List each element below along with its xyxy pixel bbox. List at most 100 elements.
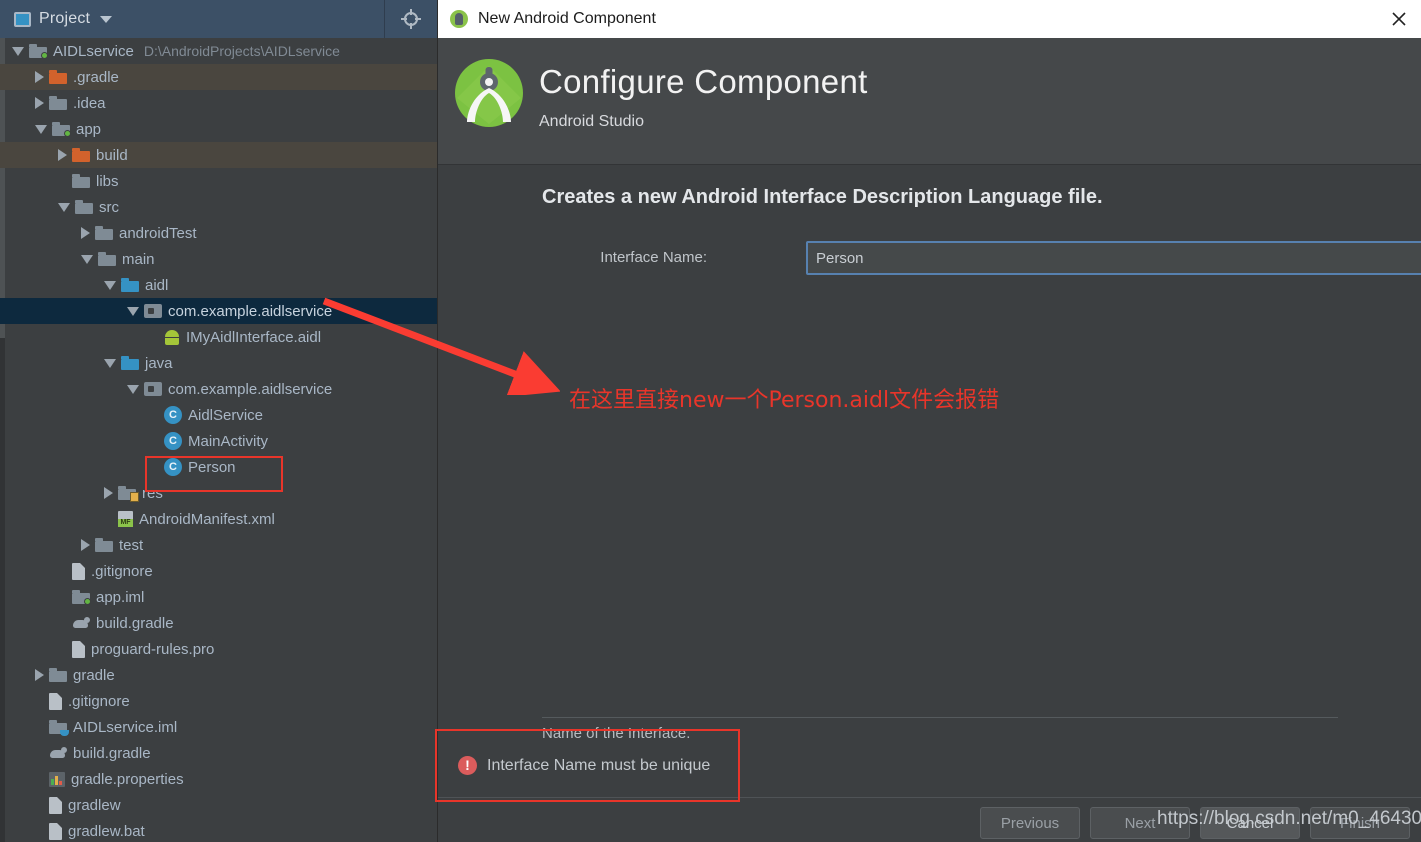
project-tool-window: Project AIDLservice D:\AndroidProjects\AI…: [0, 0, 437, 842]
new-android-component-dialog: New Android Component Configure Componen…: [437, 0, 1421, 842]
tree-node-label: gradle.properties: [71, 770, 184, 788]
tree-node-label: AIDLservice: [53, 42, 134, 60]
tree-node[interactable]: gradlew.bat: [0, 818, 437, 842]
package-icon: [144, 382, 162, 396]
gradle-icon: [49, 746, 67, 760]
previous-button[interactable]: Previous: [980, 807, 1080, 839]
tree-node[interactable]: app: [0, 116, 437, 142]
tree-toggle-closed-icon[interactable]: [104, 487, 113, 499]
tree-node[interactable]: gradle.properties: [0, 766, 437, 792]
tree-node-label: libs: [96, 172, 119, 190]
tree-node[interactable]: AIDLservice.iml: [0, 714, 437, 740]
interface-name-label: Interface Name:: [600, 249, 707, 266]
tree-node-label: .gitignore: [68, 692, 130, 710]
tree-node[interactable]: .gitignore: [0, 558, 437, 584]
tree-toggle-open-icon[interactable]: [81, 254, 93, 264]
tree-node[interactable]: aidl: [0, 272, 437, 298]
tree-toggle-open-icon[interactable]: [104, 280, 116, 290]
tree-node[interactable]: build.gradle: [0, 740, 437, 766]
manifest-icon: [118, 511, 133, 527]
tree-node-label: .gitignore: [91, 562, 153, 580]
tree-node-label: gradlew.bat: [68, 822, 145, 840]
tree-node[interactable]: libs: [0, 168, 437, 194]
tree-node[interactable]: com.example.aidlservice: [0, 376, 437, 402]
folder-icon: [95, 226, 113, 240]
tree-toggle-closed-icon[interactable]: [35, 97, 44, 109]
locate-button[interactable]: [385, 0, 437, 38]
tree-node-path: D:\AndroidProjects\AIDLservice: [143, 43, 340, 59]
tree-node[interactable]: java: [0, 350, 437, 376]
tree-node[interactable]: app.iml: [0, 584, 437, 610]
folder-icon: [49, 70, 67, 84]
finish-button[interactable]: Finish: [1310, 807, 1410, 839]
tree-node[interactable]: gradle: [0, 662, 437, 688]
tree-node[interactable]: androidTest: [0, 220, 437, 246]
tree-node[interactable]: main: [0, 246, 437, 272]
tree-node-label: .gradle: [73, 68, 119, 86]
tree-toggle-open-icon[interactable]: [35, 124, 47, 134]
tree-node-label: gradlew: [68, 796, 121, 814]
dialog-title: New Android Component: [478, 10, 656, 27]
tree-node[interactable]: gradlew: [0, 792, 437, 818]
dialog-banner: Configure Component Android Studio: [438, 38, 1421, 165]
field-hint: Name of the Interface.: [542, 725, 691, 742]
project-dropdown[interactable]: Project: [0, 0, 385, 38]
tree-toggle-closed-icon[interactable]: [81, 539, 90, 551]
tree-node[interactable]: test: [0, 532, 437, 558]
folder-icon: [118, 486, 139, 502]
tree-node[interactable]: .idea: [0, 90, 437, 116]
folder-icon: [98, 252, 116, 266]
tree-node[interactable]: build: [0, 142, 437, 168]
tree-node[interactable]: proguard-rules.pro: [0, 636, 437, 662]
tree-node-label: com.example.aidlservice: [168, 302, 333, 320]
tree-node[interactable]: build.gradle: [0, 610, 437, 636]
tree-node[interactable]: .gitignore: [0, 688, 437, 714]
folder-icon: [72, 590, 91, 605]
tree-node[interactable]: C MainActivity: [0, 428, 437, 454]
file-icon: [49, 692, 62, 710]
tree-node[interactable]: C AidlService: [0, 402, 437, 428]
tree-node[interactable]: src: [0, 194, 437, 220]
interface-name-input[interactable]: [806, 241, 1421, 275]
tree-toggle-open-icon[interactable]: [58, 202, 70, 212]
tree-node[interactable]: com.example.aidlservice: [0, 298, 437, 324]
folder-icon: [49, 668, 67, 682]
project-tree[interactable]: AIDLservice D:\AndroidProjects\AIDLservic…: [0, 38, 437, 842]
tree-toggle-open-icon[interactable]: [12, 46, 24, 56]
tree-node[interactable]: .gradle: [0, 64, 437, 90]
tree-toggle-closed-icon[interactable]: [58, 149, 67, 161]
next-button[interactable]: Next: [1090, 807, 1190, 839]
tree-node-label: .idea: [73, 94, 106, 112]
tree-node-label: main: [122, 250, 155, 268]
chevron-down-icon[interactable]: [100, 15, 113, 23]
dialog-button-bar: Previous Next Cancel Finish: [980, 807, 1410, 839]
close-button[interactable]: [1376, 0, 1421, 38]
tree-toggle-closed-icon[interactable]: [35, 669, 44, 681]
tree-node-label: gradle: [73, 666, 115, 684]
tree-node[interactable]: IMyAidlInterface.aidl: [0, 324, 437, 350]
tree-toggle-open-icon[interactable]: [127, 306, 139, 316]
tree-toggle-closed-icon[interactable]: [81, 227, 90, 239]
tree-node-label: AidlService: [188, 406, 264, 424]
cancel-button[interactable]: Cancel: [1200, 807, 1300, 839]
tree-toggle-open-icon[interactable]: [104, 358, 116, 368]
project-panel-icon: [14, 11, 31, 27]
divider: [542, 717, 1338, 718]
tool-window-title: Project: [39, 10, 91, 27]
validation-error: ! Interface Name must be unique: [458, 756, 710, 775]
tree-toggle-open-icon[interactable]: [127, 384, 139, 394]
tree-node[interactable]: AndroidManifest.xml: [0, 506, 437, 532]
tree-toggle-closed-icon[interactable]: [35, 71, 44, 83]
tree-node[interactable]: AIDLservice D:\AndroidProjects\AIDLservic…: [0, 38, 437, 64]
tree-node[interactable]: res: [0, 480, 437, 506]
tree-node[interactable]: C Person: [0, 454, 437, 480]
